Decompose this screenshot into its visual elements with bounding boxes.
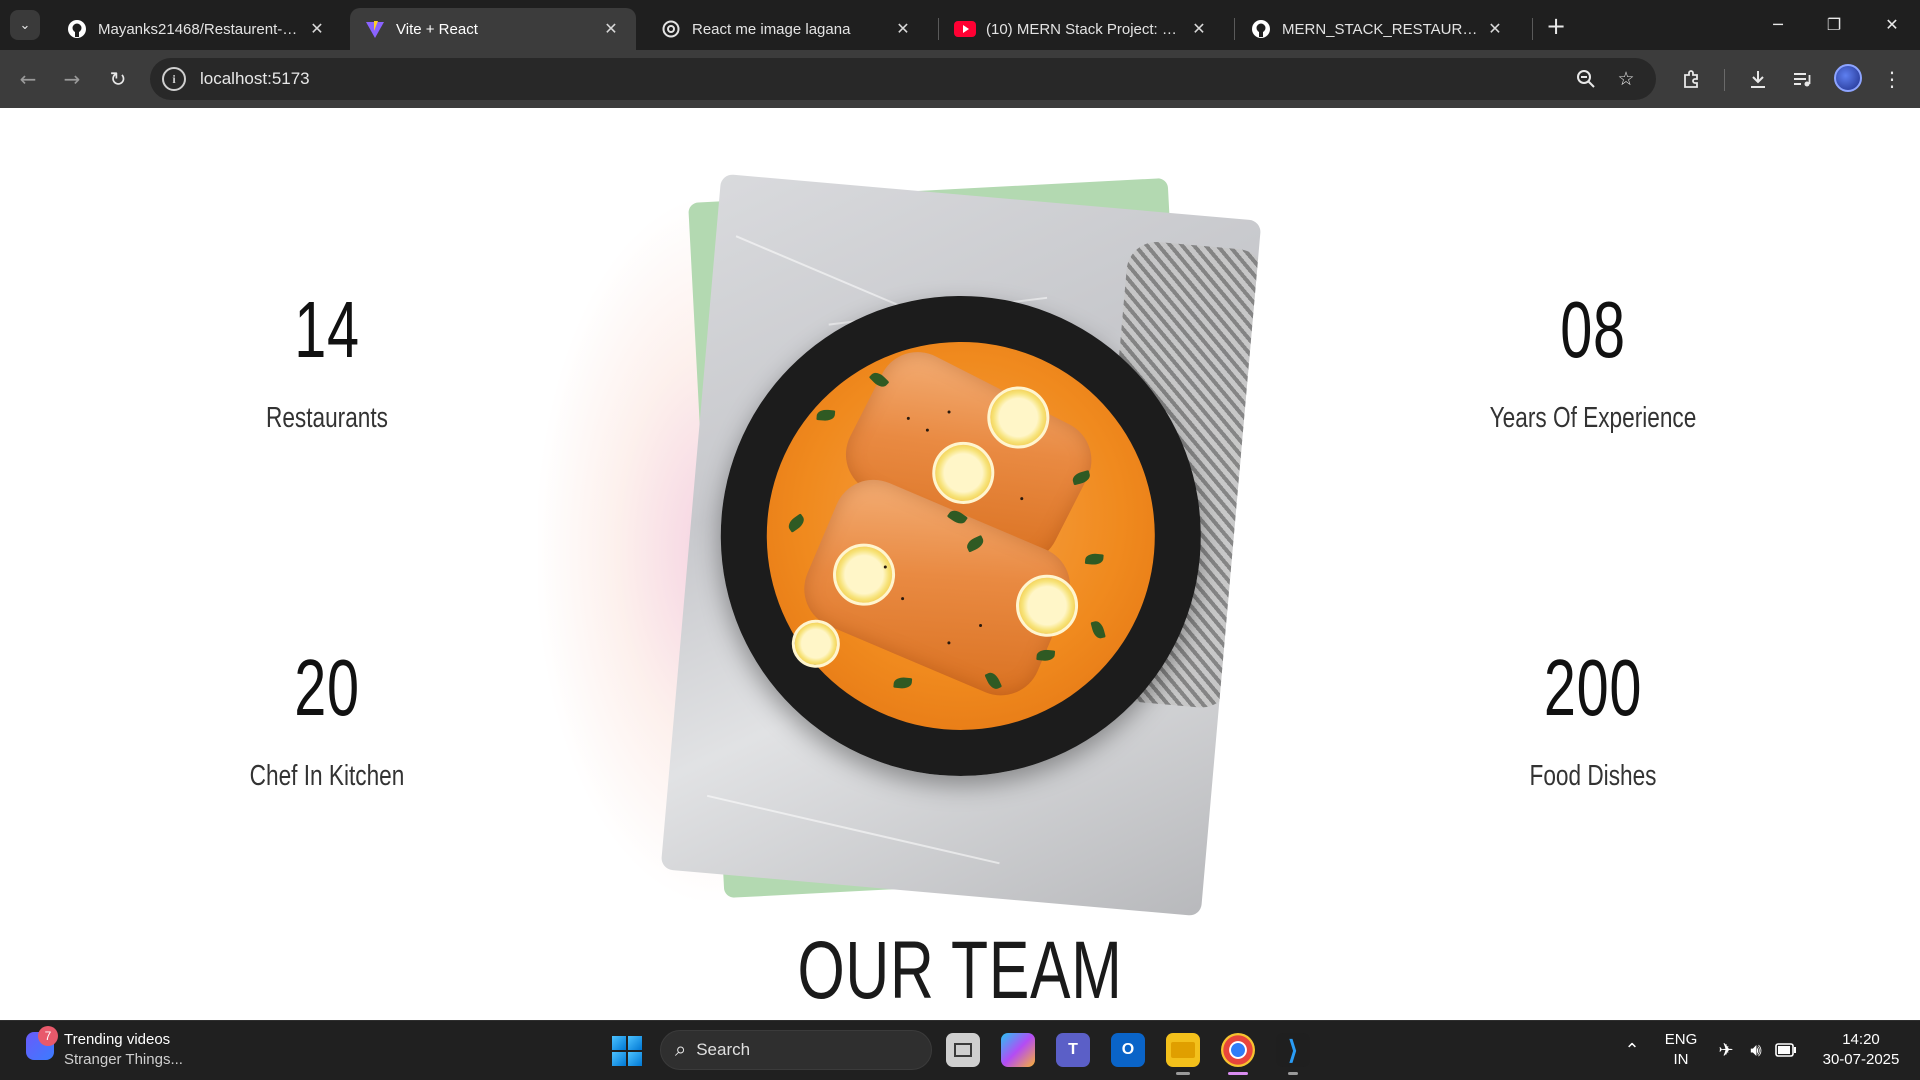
chrome-icon[interactable]	[1221, 1033, 1255, 1067]
tab-title: Vite + React	[396, 20, 478, 38]
minimize-icon: ─	[1773, 14, 1783, 34]
language-bottom: IN	[1673, 1051, 1689, 1068]
tab-title: Mayanks21468/Restaurent-Site	[98, 20, 300, 38]
taskbar-search[interactable]: ⌕ Search	[660, 1030, 932, 1070]
page-content: 14 Restaurants 08 Years Of Experience 20…	[0, 108, 1920, 1020]
forward-button[interactable]: →	[56, 63, 88, 95]
arrow-left-icon: ←	[19, 67, 37, 91]
widget-title: Trending videos	[64, 1031, 171, 1048]
menu-icon[interactable]: ⋮	[1876, 63, 1908, 95]
close-window-button[interactable]: ✕	[1864, 0, 1920, 48]
tab-react-image[interactable]: React me image lagana ✕	[646, 8, 928, 50]
tab-title: MERN_STACK_RESTAURANT_RE	[1282, 20, 1478, 38]
stat-chefs: 20 Chef In Kitchen	[127, 648, 527, 793]
url-text[interactable]: localhost:5173	[200, 69, 310, 89]
chevron-down-icon: ⌄	[19, 17, 31, 33]
battery-icon[interactable]	[1774, 1038, 1798, 1062]
restore-button[interactable]: ❐	[1806, 0, 1862, 48]
volume-icon[interactable]: 🔊︎	[1744, 1038, 1768, 1062]
food-dish-image	[660, 173, 1262, 917]
tab-separator	[1234, 18, 1235, 40]
tab-title: (10) MERN Stack Project: Build a	[986, 20, 1182, 38]
copilot-icon[interactable]	[1001, 1033, 1035, 1067]
stat-label: Restaurants	[266, 402, 388, 434]
github-icon	[66, 18, 88, 40]
search-icon: ⌕	[675, 1038, 687, 1061]
reload-icon: ↻	[109, 67, 127, 91]
search-placeholder: Search	[696, 1040, 751, 1059]
stat-number: 200	[1543, 643, 1643, 732]
app-indicator	[1176, 1072, 1190, 1075]
tab-github-restaurent-site[interactable]: Mayanks21468/Restaurent-Site ✕	[52, 8, 342, 50]
stat-number: 14	[294, 285, 360, 374]
new-tab-button[interactable]: +	[1542, 12, 1570, 40]
media-control-icon[interactable]	[1786, 63, 1818, 95]
close-icon[interactable]: ✕	[1188, 18, 1210, 40]
widgets-badge: 7	[38, 1026, 58, 1046]
chatgpt-icon	[660, 18, 682, 40]
teams-icon[interactable]: T	[1056, 1033, 1090, 1067]
address-bar[interactable]: i localhost:5173 ☆	[150, 58, 1656, 100]
windows-logo-icon	[612, 1036, 626, 1050]
chevron-up-icon[interactable]: ⌃	[1620, 1038, 1644, 1062]
tab-separator	[1532, 18, 1533, 40]
close-icon: ✕	[1885, 14, 1899, 34]
vscode-icon[interactable]: ⟩	[1276, 1033, 1310, 1067]
language-top: ENG	[1664, 1031, 1698, 1048]
clock[interactable]: 14:20 30-07-2025	[1816, 1030, 1906, 1070]
download-icon[interactable]	[1742, 63, 1774, 95]
close-icon[interactable]: ✕	[892, 18, 914, 40]
star-icon[interactable]: ☆	[1614, 67, 1638, 91]
close-icon[interactable]: ✕	[600, 18, 622, 40]
language-indicator[interactable]: ENG IN	[1664, 1030, 1698, 1070]
widget-subtitle: Stranger Things...	[64, 1051, 183, 1068]
stat-label: Chef In Kitchen	[249, 760, 405, 792]
stat-restaurants: 14 Restaurants	[127, 290, 527, 435]
back-button[interactable]: ←	[12, 63, 44, 95]
task-view-icon[interactable]	[946, 1033, 980, 1067]
vite-icon	[364, 18, 386, 40]
tab-youtube-mern[interactable]: (10) MERN Stack Project: Build a ✕	[940, 8, 1224, 50]
extensions-icon[interactable]	[1676, 63, 1708, 95]
zoom-icon[interactable]	[1574, 67, 1598, 91]
tab-separator	[938, 18, 939, 40]
close-icon[interactable]: ✕	[306, 18, 328, 40]
arrow-right-icon: →	[63, 67, 81, 91]
stat-label: Food Dishes	[1529, 760, 1657, 792]
browser-tab-strip: ⌄ Mayanks21468/Restaurent-Site ✕ Vite + …	[0, 0, 1920, 50]
stat-number: 20	[294, 643, 360, 732]
toolbar-separator	[1724, 69, 1725, 91]
github-icon	[1250, 18, 1272, 40]
reload-button[interactable]: ↻	[102, 63, 134, 95]
tab-vite-react[interactable]: Vite + React ✕	[350, 8, 636, 50]
tab-title: React me image lagana	[692, 20, 851, 38]
site-info-icon[interactable]: i	[162, 67, 186, 91]
widgets-button[interactable]: Trending videos Stranger Things...	[64, 1030, 183, 1070]
close-icon[interactable]: ✕	[1484, 18, 1506, 40]
clock-time: 14:20	[1842, 1031, 1880, 1048]
outlook-icon[interactable]: O	[1111, 1033, 1145, 1067]
tab-search-button[interactable]: ⌄	[10, 10, 40, 40]
section-heading-our-team: OUR TEAM	[797, 925, 1123, 1016]
plus-icon: +	[1545, 12, 1567, 40]
file-explorer-icon[interactable]	[1166, 1033, 1200, 1067]
youtube-icon	[954, 18, 976, 40]
restore-icon: ❐	[1826, 14, 1842, 34]
airplane-mode-icon[interactable]: ✈	[1714, 1038, 1738, 1062]
profile-avatar[interactable]	[1834, 64, 1862, 92]
stat-years-experience: 08 Years Of Experience	[1393, 290, 1793, 435]
app-indicator-active	[1228, 1072, 1248, 1075]
app-indicator	[1288, 1072, 1298, 1075]
stat-number: 08	[1560, 285, 1626, 374]
tab-github-mern-restaurant[interactable]: MERN_STACK_RESTAURANT_RE ✕	[1236, 8, 1520, 50]
stat-food-dishes: 200 Food Dishes	[1393, 648, 1793, 793]
browser-toolbar: ← → ↻ i localhost:5173 ☆ ⋮	[0, 50, 1920, 108]
stat-label: Years Of Experience	[1489, 402, 1697, 434]
clock-date: 30-07-2025	[1822, 1051, 1900, 1068]
start-button[interactable]	[612, 1036, 642, 1066]
minimize-button[interactable]: ─	[1750, 0, 1806, 48]
